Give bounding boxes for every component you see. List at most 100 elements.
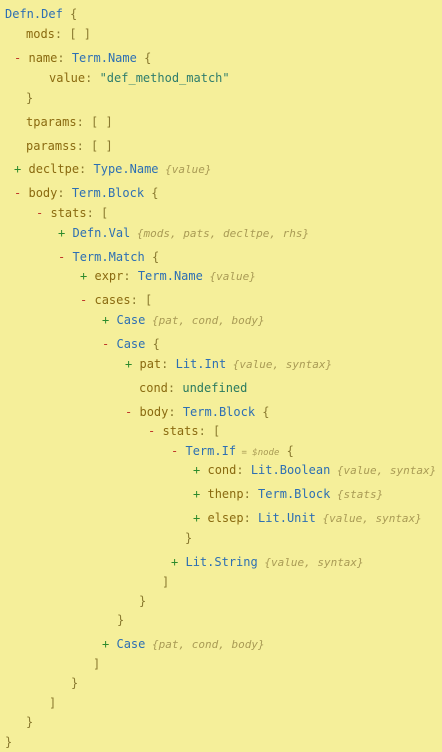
collapse-toggle-icon[interactable]: - bbox=[14, 186, 21, 200]
node-elsep-type: Lit.Unit bbox=[258, 511, 316, 525]
node-if-cond[interactable]: + cond: Lit.Boolean {value, syntax} bbox=[193, 462, 436, 478]
node-expr-hint: {value} bbox=[202, 270, 256, 283]
node-body-key: body bbox=[28, 186, 58, 200]
node-name-value-str: "def_method_match" bbox=[99, 71, 230, 85]
node-case-body-close-punct: } bbox=[139, 594, 147, 608]
node-decltpe[interactable]: + decltpe: Type.Name {value} bbox=[14, 161, 212, 177]
node-cases[interactable]: - cases: [ bbox=[80, 292, 152, 308]
node-term-match[interactable]: - Term.Match { bbox=[58, 249, 159, 265]
node-thenp-punct: : bbox=[243, 487, 259, 501]
expand-toggle-icon[interactable]: + bbox=[125, 357, 132, 371]
node-body-close: } bbox=[26, 714, 33, 730]
node-body-stats-close: ] bbox=[49, 695, 56, 711]
node-defn-def-close-punct: } bbox=[5, 735, 13, 749]
expand-toggle-icon[interactable]: + bbox=[102, 313, 109, 327]
node-thenp-type: Term.Block bbox=[258, 487, 331, 501]
node-defn-def-close: } bbox=[5, 734, 12, 750]
node-decltpe-hint: {value} bbox=[158, 163, 212, 176]
node-body-stats-key: stats bbox=[50, 206, 87, 220]
node-if-cond-key: cond bbox=[207, 463, 237, 477]
node-case-2-close-punct: } bbox=[117, 613, 125, 627]
node-case-body-stats-key: stats bbox=[162, 424, 199, 438]
node-body-stats[interactable]: - stats: [ bbox=[36, 205, 108, 221]
collapse-toggle-icon[interactable]: - bbox=[58, 250, 65, 264]
expand-toggle-icon[interactable]: + bbox=[14, 162, 21, 176]
node-case-1-hint: {pat, cond, body} bbox=[145, 314, 265, 327]
node-name-value-punct: : bbox=[85, 71, 100, 85]
expand-toggle-icon[interactable]: + bbox=[58, 226, 65, 240]
node-term-if[interactable]: - Term.If = $node { bbox=[171, 443, 294, 459]
node-expr[interactable]: + expr: Term.Name {value} bbox=[80, 268, 256, 284]
node-if-cond-type: Lit.Boolean bbox=[250, 463, 331, 477]
collapse-toggle-icon[interactable]: - bbox=[80, 293, 87, 307]
node-thenp-key: thenp bbox=[207, 487, 244, 501]
node-term-match-punct: { bbox=[144, 250, 160, 264]
collapse-toggle-icon[interactable]: - bbox=[14, 51, 21, 65]
node-case-body-stats-close: ] bbox=[162, 574, 169, 590]
node-body-punct: : bbox=[57, 186, 72, 200]
node-thenp-hint: {stats} bbox=[330, 488, 384, 501]
node-name-close-punct: } bbox=[26, 91, 34, 105]
node-if-cond-hint: {value, syntax} bbox=[330, 464, 437, 477]
node-case-3-hint: {pat, cond, body} bbox=[145, 638, 265, 651]
node-name[interactable]: - name: Term.Name { bbox=[14, 50, 151, 66]
node-elsep[interactable]: + elsep: Lit.Unit {value, syntax} bbox=[193, 510, 422, 526]
node-decltpe-key: decltpe bbox=[28, 162, 80, 176]
node-lit-string[interactable]: + Lit.String {value, syntax} bbox=[171, 554, 364, 570]
node-paramss-punct: : [ ] bbox=[76, 139, 113, 153]
node-cond: cond: undefined bbox=[139, 380, 247, 396]
collapse-toggle-icon[interactable]: - bbox=[125, 405, 132, 419]
node-tparams: tparams: [ ] bbox=[26, 114, 113, 130]
node-tparams-punct: : [ ] bbox=[76, 115, 113, 129]
node-pat-key: pat bbox=[139, 357, 162, 371]
expand-toggle-icon[interactable]: + bbox=[193, 487, 200, 501]
node-term-if-close-punct: } bbox=[185, 531, 193, 545]
node-case-3[interactable]: + Case {pat, cond, body} bbox=[102, 636, 265, 652]
node-name-punct: { bbox=[136, 51, 152, 65]
node-body-stats-close-punct: ] bbox=[49, 696, 57, 710]
node-decltpe-punct: : bbox=[79, 162, 94, 176]
node-term-if-close: } bbox=[185, 530, 192, 546]
collapse-toggle-icon[interactable]: - bbox=[36, 206, 43, 220]
node-body[interactable]: - body: Term.Block { bbox=[14, 185, 159, 201]
node-term-if-sub: = $node bbox=[236, 448, 280, 458]
node-case-body[interactable]: - body: Term.Block { bbox=[125, 404, 270, 420]
expand-toggle-icon[interactable]: + bbox=[80, 269, 87, 283]
node-body-stats-punct: : [ bbox=[86, 206, 109, 220]
node-lit-string-type: Lit.String bbox=[185, 555, 258, 569]
node-case-body-punct: : bbox=[168, 405, 183, 419]
node-defn-val[interactable]: + Defn.Val {mods, pats, decltpe, rhs} bbox=[58, 225, 309, 241]
node-case-1[interactable]: + Case {pat, cond, body} bbox=[102, 312, 265, 328]
node-elsep-punct: : bbox=[243, 511, 259, 525]
node-case-body-key: body bbox=[139, 405, 169, 419]
node-thenp[interactable]: + thenp: Term.Block {stats} bbox=[193, 486, 383, 502]
node-case-body-close: } bbox=[139, 593, 146, 609]
node-name-punct: : bbox=[57, 51, 72, 65]
node-case-2[interactable]: - Case { bbox=[102, 336, 160, 352]
node-pat[interactable]: + pat: Lit.Int {value, syntax} bbox=[125, 356, 332, 372]
expand-toggle-icon[interactable]: + bbox=[171, 555, 178, 569]
node-decltpe-type: Type.Name bbox=[93, 162, 159, 176]
node-lit-string-hint: {value, syntax} bbox=[257, 556, 364, 569]
node-case-body-stats-close-punct: ] bbox=[162, 575, 170, 589]
node-case-2-punct: { bbox=[145, 337, 160, 351]
node-cases-close: ] bbox=[93, 656, 100, 672]
node-pat-punct: : bbox=[161, 357, 176, 371]
expand-toggle-icon[interactable]: + bbox=[193, 511, 200, 525]
collapse-toggle-icon[interactable]: - bbox=[171, 444, 178, 458]
expand-toggle-icon[interactable]: + bbox=[102, 637, 109, 651]
node-elsep-key: elsep bbox=[207, 511, 244, 525]
node-case-body-stats[interactable]: - stats: [ bbox=[148, 423, 220, 439]
node-case-2-type: Case bbox=[116, 337, 146, 351]
node-case-3-type: Case bbox=[116, 637, 146, 651]
node-expr-key: expr bbox=[94, 269, 124, 283]
expand-toggle-icon[interactable]: + bbox=[193, 463, 200, 477]
node-mods: mods: [ ] bbox=[26, 26, 91, 42]
node-defn-def-punct: { bbox=[62, 7, 78, 21]
node-name-type: Term.Name bbox=[71, 51, 137, 65]
node-defn-val-hint: {mods, pats, decltpe, rhs} bbox=[130, 227, 310, 240]
node-term-match-type: Term.Match bbox=[72, 250, 145, 264]
collapse-toggle-icon[interactable]: - bbox=[148, 424, 155, 438]
collapse-toggle-icon[interactable]: - bbox=[102, 337, 109, 351]
node-name-value-key: value bbox=[49, 71, 86, 85]
